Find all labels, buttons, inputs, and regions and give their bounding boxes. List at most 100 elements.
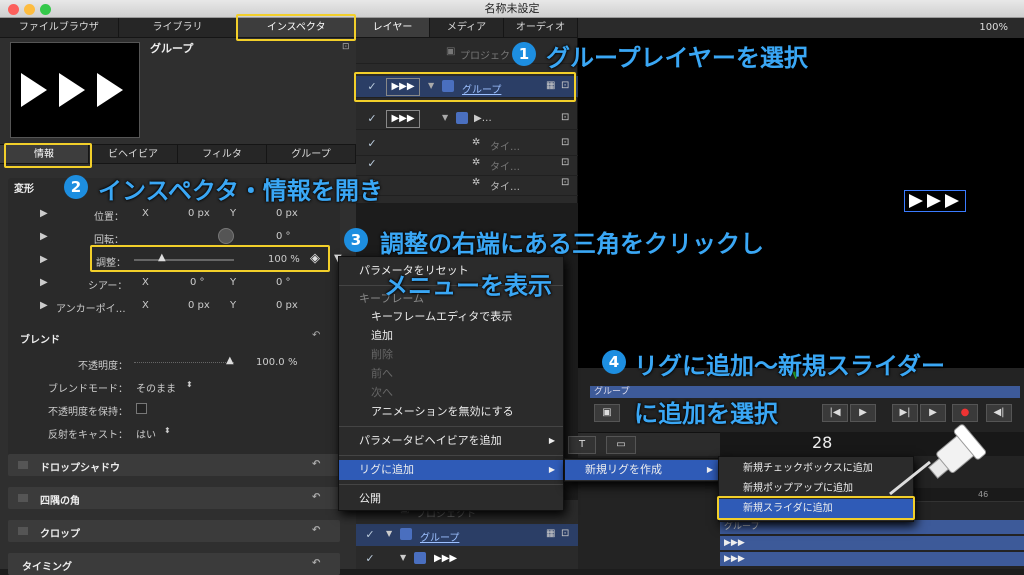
lock-icon[interactable]: ⊡ <box>342 42 350 52</box>
reset-arrow-icon[interactable]: ↶ <box>312 525 320 536</box>
layer-name-group[interactable]: グループ <box>462 81 501 96</box>
keyframe-diamond-icon[interactable]: ◈ <box>310 251 320 266</box>
cast-reflection-select[interactable]: はい <box>136 426 156 441</box>
gear-icon: ✲ <box>472 177 481 188</box>
lock-icon[interactable]: ⊡ <box>561 177 569 188</box>
layer-visibility-checkbox[interactable]: ✓ <box>366 158 378 170</box>
menu-item-new-slider[interactable]: 新規スライダに追加 <box>719 499 913 519</box>
scale-slider[interactable] <box>134 259 234 261</box>
rotation-value[interactable]: 0 ° <box>276 231 291 242</box>
layer-row-subgroup[interactable]: ✓ ▶▶▶ ▼ ▶… ⊡ <box>356 108 578 130</box>
track-bar-subgroup[interactable]: ▶▶▶ <box>720 536 1024 550</box>
play-button[interactable]: ▶ <box>850 404 876 422</box>
zoom-window-button[interactable] <box>40 4 51 15</box>
disclosure-triangle-icon[interactable]: ▼ <box>386 529 392 538</box>
section-four-corner[interactable]: 四隅の角 ↶ <box>8 487 340 509</box>
reset-arrow-icon[interactable]: ↶ <box>312 330 320 341</box>
popup-arrows-icon[interactable]: ⬍ <box>164 426 171 435</box>
menu-item-publish[interactable]: 公開 <box>339 489 563 509</box>
minimize-window-button[interactable] <box>24 4 35 15</box>
tab-layers[interactable]: レイヤー <box>356 18 430 37</box>
layer-name-subgroup[interactable]: ▶… <box>474 113 492 124</box>
timeline-row-group[interactable]: ✓ ▼ グループ ▦ ⊡ <box>356 524 578 546</box>
menu-item-disable-animation[interactable]: アニメーションを無効にする <box>339 402 563 422</box>
timeline-row-subgroup[interactable]: ✓ ▼ ▶▶▶ <box>356 548 578 570</box>
track-bar-subgroup[interactable]: ▶▶▶ <box>720 552 1024 566</box>
lock-icon[interactable]: ⊡ <box>561 112 569 123</box>
layer-visibility-checkbox[interactable]: ✓ <box>364 553 376 565</box>
opacity-slider-thumb[interactable]: ▲ <box>226 355 234 366</box>
anchor-y-value[interactable]: 0 px <box>276 300 298 311</box>
lock-icon[interactable]: ⊡ <box>561 157 569 168</box>
opacity-slider[interactable] <box>134 362 234 364</box>
reset-arrow-icon[interactable]: ↶ <box>312 492 320 503</box>
section-drop-shadow[interactable]: ドロップシャドウ ↶ <box>8 454 340 476</box>
section-crop[interactable]: クロップ ↶ <box>8 520 340 542</box>
shape-tool-button[interactable]: ▭ <box>606 436 636 454</box>
menu-item-show-keyframe-editor[interactable]: キーフレームエディタで表示 <box>339 307 563 327</box>
disclosure-triangle-icon[interactable]: ▶ <box>40 277 48 288</box>
anchor-x-value[interactable]: 0 px <box>188 300 210 311</box>
layer-row-behavior[interactable]: ✓ ✲ タイ… ⊡ <box>356 174 578 196</box>
scale-value[interactable]: 100 % <box>268 254 300 265</box>
lock-icon[interactable]: ⊡ <box>561 137 569 148</box>
layer-options-icon[interactable]: ▦ <box>546 80 555 91</box>
preserve-opacity-checkbox[interactable] <box>136 403 147 414</box>
position-x-value[interactable]: 0 px <box>188 208 210 219</box>
shear-y-value[interactable]: 0 ° <box>276 277 291 288</box>
lock-icon[interactable]: ⊡ <box>561 528 569 539</box>
step-badge-2: 2 <box>64 175 88 199</box>
text-layer-icon <box>456 112 468 124</box>
tab-properties[interactable]: 情報 <box>0 145 89 163</box>
close-window-button[interactable] <box>8 4 19 15</box>
tab-library[interactable]: ライブラリ <box>119 18 238 37</box>
tab-behaviors[interactable]: ビヘイビア <box>89 145 178 163</box>
disclosure-triangle-icon[interactable]: ▼ <box>428 81 434 90</box>
reset-arrow-icon[interactable]: ↶ <box>312 459 320 470</box>
section-toggle-icon[interactable] <box>18 461 28 469</box>
section-toggle-icon[interactable] <box>18 527 28 535</box>
tab-media[interactable]: メディア <box>430 18 504 37</box>
disclosure-triangle-icon[interactable]: ▼ <box>400 553 406 562</box>
disclosure-triangle-icon[interactable]: ▶ <box>40 300 48 311</box>
menu-item-add-to-rig[interactable]: リグに追加 ▶ <box>339 460 563 480</box>
layer-row-project[interactable]: ▣ プロジェクト <box>356 42 578 64</box>
zoom-level[interactable]: 100% <box>979 22 1008 33</box>
rotation-dial[interactable] <box>218 228 234 244</box>
reset-arrow-icon[interactable]: ↶ <box>312 558 320 569</box>
layer-visibility-checkbox[interactable]: ✓ <box>364 529 376 541</box>
tab-filters[interactable]: フィルタ <box>178 145 267 163</box>
opacity-value[interactable]: 100.0 <box>256 357 285 368</box>
shear-x-value[interactable]: 0 ° <box>190 277 205 288</box>
scale-slider-thumb[interactable]: ▲ <box>158 252 166 263</box>
disclosure-triangle-icon[interactable]: ▼ <box>442 113 448 122</box>
tab-audio[interactable]: オーディオ <box>504 18 578 37</box>
disclosure-triangle-icon[interactable]: ▶ <box>40 208 48 219</box>
text-tool-button[interactable]: T <box>568 436 596 454</box>
layer-visibility-checkbox[interactable]: ✓ <box>366 113 378 125</box>
section-timing[interactable]: タイミング ↶ <box>8 553 340 575</box>
selected-object-bounds[interactable] <box>904 190 966 212</box>
menu-item-add-keyframe[interactable]: 追加 <box>339 326 563 346</box>
disclosure-triangle-icon[interactable]: ▶ <box>40 254 48 265</box>
position-y-value[interactable]: 0 px <box>276 208 298 219</box>
tab-file-browser[interactable]: ファイルブラウザ <box>0 18 119 37</box>
popup-arrows-icon[interactable]: ⬍ <box>186 380 193 389</box>
section-toggle-icon[interactable] <box>18 494 28 502</box>
disclosure-triangle-icon[interactable]: ▶ <box>40 231 48 242</box>
layer-row-group[interactable]: ✓ ▶▶▶ ▼ グループ ▦ ⊡ <box>356 76 578 98</box>
blend-mode-select[interactable]: そのまま <box>136 380 176 395</box>
go-to-start-button[interactable]: |◀ <box>822 404 848 422</box>
tab-group[interactable]: グループ <box>267 145 356 163</box>
toggle-view-button[interactable]: ▣ <box>594 404 620 422</box>
tab-inspector[interactable]: インスペクタ <box>237 18 357 37</box>
lock-icon[interactable]: ⊡ <box>561 80 569 91</box>
track-bar-group[interactable]: グループ <box>720 520 1024 534</box>
layer-row-behavior[interactable]: ✓ ✲ タイ… ⊡ <box>356 134 578 156</box>
layer-row-behavior[interactable]: ✓ ✲ タイ… ⊡ <box>356 154 578 176</box>
layer-options-icon[interactable]: ▦ <box>546 528 555 539</box>
layer-visibility-checkbox[interactable]: ✓ <box>366 138 378 150</box>
menu-item-add-parameter-behavior[interactable]: パラメータビヘイビアを追加 ▶ <box>339 431 563 451</box>
menu-item-create-new-rig[interactable]: 新規リグを作成 ▶ <box>565 460 721 480</box>
layer-visibility-checkbox[interactable]: ✓ <box>366 81 378 93</box>
